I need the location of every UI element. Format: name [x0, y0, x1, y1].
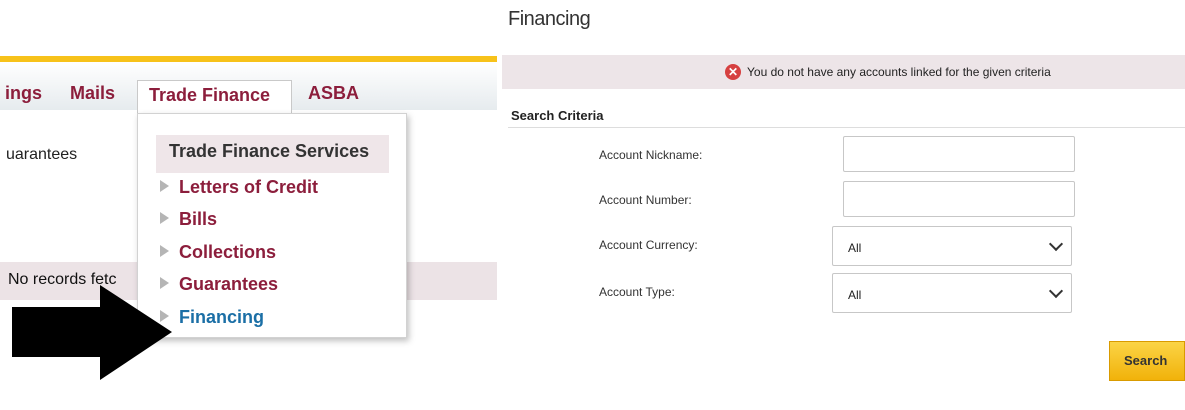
- menu-item-label: Letters of Credit: [179, 177, 319, 197]
- menu-item-financing[interactable]: Financing: [160, 307, 264, 328]
- account-type-value: All: [848, 288, 862, 302]
- error-x-icon: ✕: [725, 64, 741, 80]
- nav-item-trade-finance[interactable]: Trade Finance: [137, 80, 292, 114]
- nav-item-asba[interactable]: ASBA: [308, 83, 359, 104]
- search-button-label: Search: [1124, 353, 1168, 368]
- nav-item-settings[interactable]: ings: [5, 83, 42, 104]
- account-type-select[interactable]: All: [832, 273, 1072, 313]
- nav-item-mails[interactable]: Mails: [70, 83, 115, 104]
- divider: [508, 127, 1185, 128]
- nav-item-trade-finance-label: Trade Finance: [149, 85, 271, 105]
- triangle-right-icon: [160, 212, 169, 224]
- search-criteria-heading: Search Criteria: [511, 108, 604, 123]
- guarantees-text: uarantees: [6, 146, 78, 163]
- menu-item-label: Collections: [179, 242, 277, 262]
- account-number-input[interactable]: [843, 181, 1075, 217]
- menu-item-label: Guarantees: [179, 274, 279, 294]
- account-currency-label: Account Currency:: [599, 238, 698, 252]
- error-banner: ✕ You do not have any accounts linked fo…: [502, 55, 1185, 89]
- account-currency-value: All: [848, 241, 862, 255]
- chevron-down-icon: [1048, 236, 1064, 252]
- menu-header: Trade Finance Services: [156, 135, 389, 173]
- account-type-label: Account Type:: [599, 285, 675, 299]
- triangle-right-icon: [160, 245, 169, 257]
- search-button[interactable]: Search: [1109, 341, 1185, 381]
- page-title: Financing: [508, 8, 591, 30]
- triangle-right-icon: [160, 180, 169, 192]
- chevron-down-icon: [1048, 283, 1064, 299]
- left-panel: ings Mails ASBA Trade Finance uarantees …: [0, 0, 497, 410]
- menu-header-label: Trade Finance Services: [169, 141, 370, 161]
- arrow-right-icon: [12, 285, 172, 380]
- account-nickname-label: Account Nickname:: [599, 148, 703, 162]
- account-currency-select[interactable]: All: [832, 226, 1072, 266]
- error-message: You do not have any accounts linked for …: [747, 65, 1051, 79]
- account-nickname-input[interactable]: [843, 136, 1075, 172]
- account-number-label: Account Number:: [599, 193, 692, 207]
- trade-finance-menu: Trade Finance Services Letters of Credit…: [137, 113, 407, 338]
- menu-item-bills[interactable]: Bills: [160, 209, 217, 230]
- menu-item-letters-of-credit[interactable]: Letters of Credit: [160, 177, 318, 198]
- menu-item-guarantees[interactable]: Guarantees: [160, 274, 278, 295]
- menu-item-collections[interactable]: Collections: [160, 242, 276, 263]
- menu-item-label: Bills: [179, 209, 218, 229]
- menu-item-label: Financing: [179, 307, 264, 327]
